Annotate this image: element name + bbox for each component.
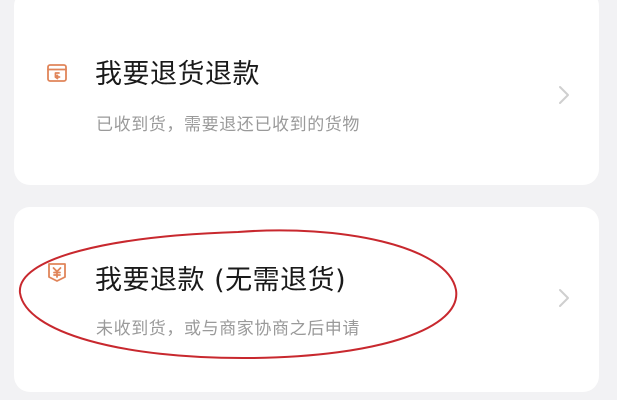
option-refund-only[interactable]: 我要退款 (无需退货) 未收到货，或与商家协商之后申请: [14, 207, 599, 392]
option-subtitle: 已收到货，需要退还已收到的货物: [96, 115, 360, 135]
yuan-refund-icon: [46, 261, 68, 283]
option-title: 我要退款 (无需退货): [95, 265, 347, 296]
return-box-icon: [46, 62, 68, 84]
chevron-right-icon: [557, 287, 571, 309]
option-return-and-refund[interactable]: 我要退货退款 已收到货，需要退还已收到的货物: [14, 0, 599, 185]
option-subtitle: 未收到货，或与商家协商之后申请: [96, 319, 360, 339]
option-title: 我要退货退款: [95, 59, 260, 90]
chevron-right-icon: [557, 84, 571, 106]
